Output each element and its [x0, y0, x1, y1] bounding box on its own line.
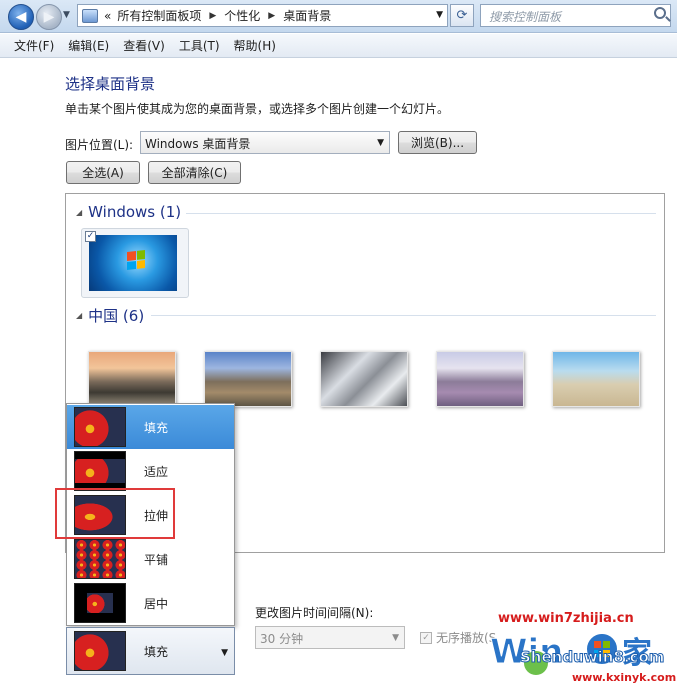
select-all-button[interactable]: 全选(A): [66, 161, 140, 184]
interval-value: 30 分钟: [260, 632, 304, 646]
address-dropdown-icon[interactable]: ▼: [436, 10, 443, 20]
chevron-right-icon[interactable]: ▶: [268, 11, 275, 21]
group-divider: [151, 315, 656, 316]
wallpaper-thumbnail-huangshan[interactable]: [320, 351, 408, 407]
position-option-fit[interactable]: 适应: [67, 449, 234, 493]
picture-location-value: Windows 桌面背景: [145, 137, 251, 151]
back-arrow-icon: ◀: [15, 9, 27, 25]
position-option-fill[interactable]: 填充: [67, 405, 234, 449]
menu-file[interactable]: 文件(F): [14, 37, 54, 54]
control-panel-icon: [82, 8, 98, 23]
center-preview-icon: [74, 583, 126, 623]
picture-position-select[interactable]: 填充 ▼: [66, 627, 235, 675]
windows-logo-icon: [127, 250, 145, 270]
wallpaper-thumbnail-guilin[interactable]: [88, 351, 176, 407]
back-button[interactable]: ◀: [8, 4, 34, 30]
breadcrumb-control-panel[interactable]: 所有控制面板项: [117, 7, 201, 24]
group-title: 中国 (6): [88, 307, 145, 325]
fill-preview-icon: [74, 407, 126, 447]
collapse-triangle-icon[interactable]: ◢: [76, 208, 82, 217]
interval-select: 30 分钟 ▼: [255, 626, 405, 649]
picture-location-label: 图片位置(L):: [65, 138, 134, 152]
fit-preview-icon: [74, 451, 126, 491]
collapse-triangle-icon[interactable]: ◢: [76, 311, 82, 320]
menu-view[interactable]: 查看(V): [123, 37, 165, 54]
position-option-tile[interactable]: 平铺: [67, 537, 234, 581]
page-title: 选择桌面背景: [65, 75, 156, 93]
wallpaper-thumbnail-beach[interactable]: [552, 351, 640, 407]
refresh-icon: ⟳: [456, 8, 468, 23]
clear-all-button[interactable]: 全部清除(C): [148, 161, 241, 184]
picture-location-select[interactable]: Windows 桌面背景 ▼: [140, 131, 390, 154]
search-input[interactable]: 搜索控制面板: [480, 4, 671, 27]
menu-help[interactable]: 帮助(H): [234, 37, 276, 54]
option-label: 填充: [144, 420, 169, 435]
chevron-right-icon[interactable]: ▶: [209, 11, 216, 21]
menu-bar: 文件(F) 编辑(E) 查看(V) 工具(T) 帮助(H): [0, 34, 677, 58]
page-subtitle: 单击某个图片使其成为您的桌面背景，或选择多个图片创建一个幻灯片。: [65, 102, 450, 116]
picture-position-value: 填充: [144, 644, 169, 659]
menu-tools[interactable]: 工具(T): [179, 37, 220, 54]
option-label: 平铺: [144, 552, 169, 567]
dropdown-arrow-icon: ▼: [221, 648, 228, 658]
dropdown-arrow-icon: ▼: [392, 633, 399, 643]
wallpaper-thumbnail-windows[interactable]: ✓: [81, 228, 189, 298]
option-label: 适应: [144, 464, 169, 479]
wallpaper-checkbox[interactable]: ✓: [85, 231, 96, 242]
tile-preview-icon: [74, 539, 126, 579]
breadcrumb-desktop-background[interactable]: 桌面背景: [283, 7, 331, 24]
highlight-box: [55, 488, 175, 539]
group-title: Windows (1): [88, 203, 182, 221]
group-divider: [186, 213, 656, 214]
menu-edit[interactable]: 编辑(E): [68, 37, 109, 54]
option-label: 居中: [144, 596, 169, 611]
breadcrumb-overflow[interactable]: «: [104, 9, 111, 23]
search-placeholder: 搜索控制面板: [489, 10, 562, 24]
group-header-windows[interactable]: ◢ Windows (1): [76, 203, 181, 221]
watermark-brand: Shenduwin8.com: [519, 648, 665, 667]
group-header-china[interactable]: ◢ 中国 (6): [76, 305, 144, 326]
wallpaper-thumbnail-terraces[interactable]: [436, 351, 524, 407]
watermark-url: www.win7zhijia.cn: [498, 611, 634, 626]
forward-button[interactable]: ▶: [36, 4, 62, 30]
interval-label: 更改图片时间间隔(N):: [255, 606, 374, 620]
watermark-url-2: www.kxinyk.com: [572, 671, 677, 684]
wallpaper-thumbnail-great-wall[interactable]: [204, 351, 292, 407]
forward-arrow-icon: ▶: [43, 9, 55, 25]
refresh-button[interactable]: ⟳: [450, 4, 474, 27]
recent-pages-dropdown-icon[interactable]: ▼: [63, 10, 70, 20]
breadcrumb-personalization[interactable]: 个性化: [224, 7, 260, 24]
address-bar[interactable]: « 所有控制面板项 ▶ 个性化 ▶ 桌面背景 ▼: [77, 4, 448, 27]
position-option-center[interactable]: 居中: [67, 581, 234, 625]
fill-preview-icon: [74, 631, 126, 671]
search-icon[interactable]: [654, 7, 666, 19]
browse-button[interactable]: 浏览(B)...: [398, 131, 477, 154]
checkbox-icon: ✓: [420, 631, 432, 644]
address-toolbar: ◀ ▶ ▼ « 所有控制面板项 ▶ 个性化 ▶ 桌面背景 ▼ ⟳ 搜索控制面板: [0, 0, 677, 33]
windows-wallpaper-image: [89, 235, 177, 291]
dropdown-arrow-icon: ▼: [377, 138, 384, 148]
